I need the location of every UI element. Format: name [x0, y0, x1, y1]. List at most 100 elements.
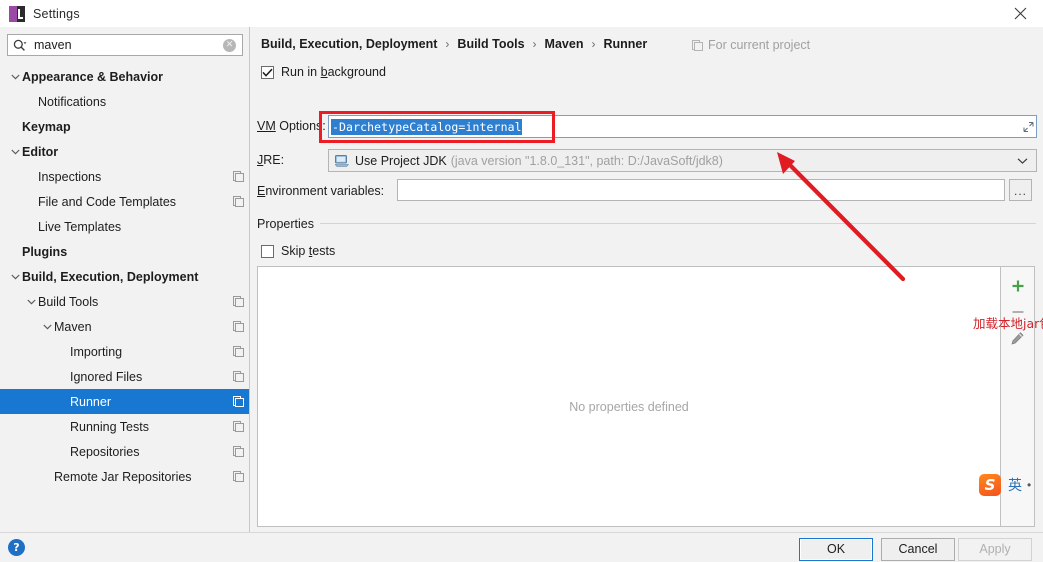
project-scope-icon: [227, 396, 249, 407]
jre-select[interactable]: Use Project JDK (java version "1.8.0_131…: [328, 149, 1037, 172]
sogou-ime-widget[interactable]: S 英 •: [979, 470, 1043, 500]
clear-icon[interactable]: ✕: [223, 38, 236, 52]
sidebar-item-editor[interactable]: Editor: [0, 139, 249, 164]
jre-detail: (java version "1.8.0_131", path: D:/Java…: [450, 153, 723, 168]
project-scope-icon: [227, 171, 249, 182]
sidebar-item-label: Remote Jar Repositories: [54, 469, 192, 484]
ime-mode-label[interactable]: 英: [1008, 475, 1022, 495]
settings-sidebar: maven ✕ Appearance & Behavior Notificatio…: [0, 27, 250, 532]
jre-label: JRE:: [257, 153, 285, 167]
sidebar-item-label: Runner: [70, 394, 111, 409]
project-scope-icon: [227, 321, 249, 332]
run-in-background-checkbox[interactable]: [261, 65, 274, 79]
chevron-down-icon[interactable]: [24, 299, 38, 305]
chevron-down-icon[interactable]: [8, 74, 22, 80]
breadcrumb-separator: ›: [591, 37, 596, 51]
chevron-down-icon[interactable]: [8, 274, 22, 280]
sidebar-item-label: Running Tests: [70, 419, 149, 434]
search-icon: [13, 39, 31, 52]
sidebar-item-label: Build, Execution, Deployment: [22, 269, 199, 284]
chevron-down-icon[interactable]: [1017, 157, 1028, 164]
sidebar-item-build-tools[interactable]: Build Tools: [0, 289, 249, 314]
sidebar-item-importing[interactable]: Importing: [0, 339, 249, 364]
breadcrumb-segment[interactable]: Build, Execution, Deployment: [261, 37, 437, 51]
run-in-background-row[interactable]: Run in background: [261, 65, 386, 79]
environment-variables-input[interactable]: [397, 179, 1005, 201]
breadcrumb-separator: ›: [532, 37, 537, 51]
for-current-project-label: For current project: [692, 38, 810, 52]
search-value: maven: [34, 38, 72, 52]
breadcrumb-segment[interactable]: Build Tools: [457, 37, 524, 51]
close-icon[interactable]: [998, 0, 1043, 27]
project-scope-icon: [227, 196, 249, 207]
environment-variables-label: Environment variables:: [257, 184, 385, 198]
project-scope-icon: [227, 471, 249, 482]
chevron-down-icon[interactable]: [40, 324, 54, 330]
jdk-icon: [335, 154, 349, 167]
intellij-idea-icon: [9, 5, 25, 22]
jre-value: Use Project JDK: [355, 153, 447, 168]
sidebar-item-maven[interactable]: Maven: [0, 314, 249, 339]
run-in-background-label: Run in background: [281, 65, 386, 79]
sidebar-item-appearance-behavior[interactable]: Appearance & Behavior: [0, 64, 249, 89]
sidebar-item-file-and-code-templates[interactable]: File and Code Templates: [0, 189, 249, 214]
ime-more-icon[interactable]: •: [1027, 478, 1031, 492]
sogou-logo-icon: S: [979, 474, 1001, 496]
environment-variables-browse-button[interactable]: ...: [1009, 179, 1032, 201]
sidebar-item-ignored-files[interactable]: Ignored Files: [0, 364, 249, 389]
sidebar-item-remote-jar-repositories[interactable]: Remote Jar Repositories: [0, 464, 249, 489]
skip-tests-label: Skip tests: [281, 244, 336, 258]
sidebar-item-label: Inspections: [38, 169, 102, 184]
properties-divider: [319, 223, 1036, 224]
help-icon[interactable]: ?: [8, 539, 25, 556]
breadcrumb: Build, Execution, Deployment › Build Tools…: [261, 37, 647, 51]
cancel-button[interactable]: Cancel: [881, 538, 955, 561]
sidebar-item-keymap[interactable]: Keymap: [0, 114, 249, 139]
project-scope-icon: [227, 371, 249, 382]
sidebar-item-label: Importing: [70, 344, 123, 359]
sidebar-item-notifications[interactable]: Notifications: [0, 89, 249, 114]
add-property-button[interactable]: [1005, 273, 1031, 299]
sidebar-item-inspections[interactable]: Inspections: [0, 164, 249, 189]
project-scope-icon: [227, 421, 249, 432]
vm-options-value: -DarchetypeCatalog=internal: [331, 118, 522, 135]
settings-tree: Appearance & Behavior Notifications Keymap…: [0, 64, 249, 532]
sidebar-item-live-templates[interactable]: Live Templates: [0, 214, 249, 239]
settings-dialog: Settings maven ✕ Appearance & Behavior No…: [0, 0, 1043, 562]
annotation-text: 加载本地jar包配置: [973, 316, 1043, 331]
sidebar-item-label: Keymap: [22, 119, 71, 134]
properties-empty-text: No properties defined: [569, 399, 689, 414]
sidebar-item-runner[interactable]: Runner: [0, 389, 249, 414]
ok-button[interactable]: OK: [799, 538, 873, 561]
search-field-wrapper: maven ✕: [7, 34, 243, 56]
chevron-down-icon[interactable]: [8, 149, 22, 155]
vm-options-input[interactable]: -DarchetypeCatalog=internal: [328, 115, 1037, 138]
breadcrumb-segment[interactable]: Maven: [545, 37, 584, 51]
skip-tests-row[interactable]: Skip tests: [261, 244, 335, 258]
sidebar-item-label: Build Tools: [38, 294, 99, 309]
properties-table[interactable]: No properties defined: [257, 266, 1001, 527]
search-input[interactable]: maven ✕: [7, 34, 243, 56]
for-current-project-text: For current project: [708, 38, 811, 52]
sidebar-item-plugins[interactable]: Plugins: [0, 239, 249, 264]
expand-editor-icon[interactable]: [1023, 121, 1034, 132]
dialog-footer: ? OK Cancel Apply: [0, 532, 1043, 562]
sidebar-item-running-tests[interactable]: Running Tests: [0, 414, 249, 439]
project-scope-icon: [227, 296, 249, 307]
sidebar-item-repositories[interactable]: Repositories: [0, 439, 249, 464]
sidebar-item-label: Appearance & Behavior: [22, 69, 164, 84]
window-titlebar: Settings: [0, 0, 1043, 27]
sidebar-item-label: Maven: [54, 319, 92, 334]
vm-options-label: VM Options:: [257, 119, 326, 133]
sidebar-item-label: Notifications: [38, 94, 107, 109]
sidebar-item-build-execution-deployment[interactable]: Build, Execution, Deployment: [0, 264, 249, 289]
apply-button[interactable]: Apply: [958, 538, 1032, 561]
window-title: Settings: [33, 6, 80, 21]
breadcrumb-segment[interactable]: Runner: [603, 37, 647, 51]
project-scope-icon: [227, 446, 249, 457]
project-scope-icon: [692, 39, 703, 51]
sidebar-item-label: Live Templates: [38, 219, 122, 234]
sidebar-item-label: Editor: [22, 144, 59, 159]
skip-tests-checkbox[interactable]: [261, 244, 274, 258]
breadcrumb-separator: ›: [445, 37, 450, 51]
